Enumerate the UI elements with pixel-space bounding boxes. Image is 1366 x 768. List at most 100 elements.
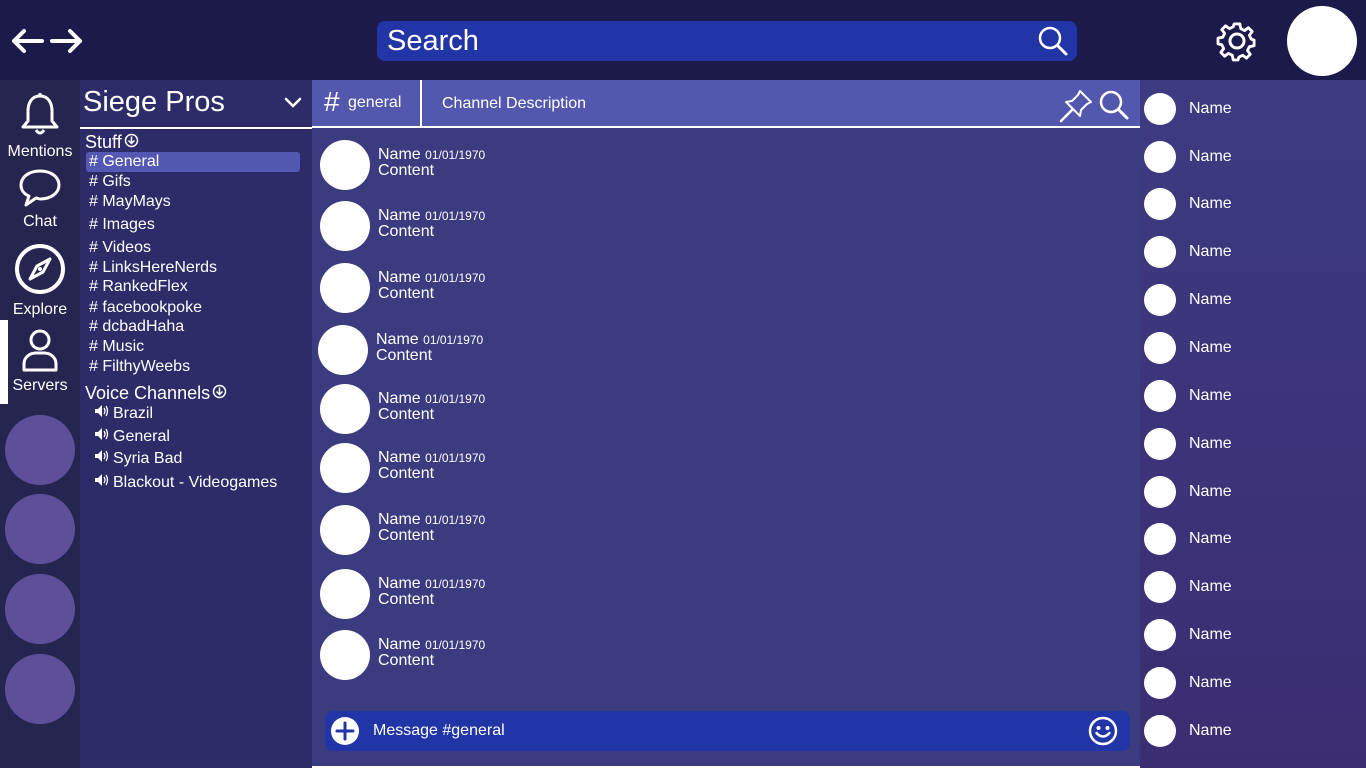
member-name: Name xyxy=(1189,578,1232,595)
message-author[interactable]: Name xyxy=(378,390,421,407)
chevron-down-icon[interactable] xyxy=(284,96,302,108)
avatar xyxy=(1144,93,1176,125)
hash-icon: # xyxy=(324,86,340,117)
member-name: Name xyxy=(1189,100,1232,117)
message-author[interactable]: Name xyxy=(378,511,421,528)
search-icon[interactable] xyxy=(1098,89,1130,121)
speaker-icon xyxy=(94,427,110,446)
member-item[interactable]: Name xyxy=(1144,141,1364,173)
rail-label-explore: Explore xyxy=(12,301,68,318)
avatar xyxy=(1144,284,1176,316)
search-icon[interactable] xyxy=(1037,25,1069,57)
member-item[interactable]: Name xyxy=(1144,332,1364,364)
voice-channel-item[interactable]: Brazil xyxy=(94,404,153,423)
category-stuff[interactable]: Stuff xyxy=(85,132,139,153)
avatar[interactable] xyxy=(320,384,370,434)
member-item[interactable]: Name xyxy=(1144,523,1364,555)
channel-item-rankedflex[interactable]: # RankedFlex xyxy=(86,277,300,297)
voice-channel-item[interactable]: General xyxy=(94,427,170,446)
emoji-smiley-icon[interactable] xyxy=(1088,716,1118,746)
rail-item-servers[interactable]: Servers xyxy=(0,328,80,395)
rail-item-explore[interactable]: Explore xyxy=(0,242,80,319)
avatar[interactable] xyxy=(320,569,370,619)
nav-arrows xyxy=(10,24,84,58)
search-input[interactable] xyxy=(387,21,1027,61)
avatar[interactable] xyxy=(320,505,370,555)
message-date: 01/01/1970 xyxy=(423,333,484,347)
avatar xyxy=(1144,428,1176,460)
collapse-arrow-icon xyxy=(124,132,139,153)
rail-item-mentions[interactable]: Mentions xyxy=(0,92,80,161)
message-author[interactable]: Name xyxy=(376,331,419,348)
avatar[interactable] xyxy=(320,263,370,313)
channel-item-images[interactable]: # Images xyxy=(86,215,300,235)
channel-item-filthyweebs[interactable]: # FilthyWeebs xyxy=(86,357,300,377)
server-icon[interactable] xyxy=(5,494,75,564)
member-item[interactable]: Name xyxy=(1144,571,1364,603)
top-bar xyxy=(0,0,1366,80)
message-author[interactable]: Name xyxy=(378,269,421,286)
channel-item-music[interactable]: # Music xyxy=(86,337,300,357)
message-date: 01/01/1970 xyxy=(425,638,486,652)
message-author[interactable]: Name xyxy=(378,146,421,163)
pin-icon[interactable] xyxy=(1058,88,1094,124)
channel-sidebar: Siege Pros Stuff # General # Gifs # MayM… xyxy=(80,80,312,768)
message-content: Content xyxy=(378,162,435,179)
category-label: Voice Channels xyxy=(85,383,211,403)
add-attachment-plus-icon[interactable] xyxy=(330,716,360,746)
member-item[interactable]: Name xyxy=(1144,380,1364,412)
channel-name: general xyxy=(348,94,402,111)
avatar xyxy=(1144,236,1176,268)
channel-item-general[interactable]: # General xyxy=(86,152,300,172)
member-item[interactable]: Name xyxy=(1144,667,1364,699)
channel-item-maymays[interactable]: # MayMays xyxy=(86,192,300,212)
member-item[interactable]: Name xyxy=(1144,236,1364,268)
voice-channel-item[interactable]: Syria Bad xyxy=(94,449,182,468)
avatar[interactable] xyxy=(320,201,370,251)
avatar xyxy=(1144,667,1176,699)
member-name: Name xyxy=(1189,148,1232,165)
user-avatar[interactable] xyxy=(1287,6,1357,76)
rail-label-mentions: Mentions xyxy=(7,143,73,160)
message-content: Content xyxy=(378,591,435,608)
avatar xyxy=(1144,380,1176,412)
avatar[interactable] xyxy=(320,443,370,493)
member-item[interactable]: Name xyxy=(1144,715,1364,747)
rail-item-chat[interactable]: Chat xyxy=(0,168,80,231)
server-icon[interactable] xyxy=(5,574,75,644)
message-author[interactable]: Name xyxy=(378,636,421,653)
voice-channel-label: Syria Bad xyxy=(113,449,183,467)
member-list: Name Name Name Name Name Name Name Name … xyxy=(1140,80,1366,768)
avatar[interactable] xyxy=(320,630,370,680)
channel-item-videos[interactable]: # Videos xyxy=(86,238,300,258)
member-name: Name xyxy=(1189,243,1232,260)
avatar xyxy=(1144,476,1176,508)
settings-gear-icon[interactable] xyxy=(1216,20,1258,62)
speaker-icon xyxy=(94,404,110,423)
voice-channel-item[interactable]: Blackout - Videogames xyxy=(94,473,277,492)
message-author[interactable]: Name xyxy=(378,449,421,466)
channel-item-facebookpoke[interactable]: # facebookpoke xyxy=(86,298,300,318)
avatar[interactable] xyxy=(318,325,368,375)
member-item[interactable]: Name xyxy=(1144,188,1364,220)
channel-item-linksherenerds[interactable]: # LinksHereNerds xyxy=(86,258,300,278)
member-item[interactable]: Name xyxy=(1144,93,1364,125)
category-voice-channels[interactable]: Voice Channels xyxy=(85,383,227,404)
member-item[interactable]: Name xyxy=(1144,428,1364,460)
avatar[interactable] xyxy=(320,140,370,190)
message-content: Content xyxy=(378,223,435,240)
divider xyxy=(420,80,422,128)
member-item[interactable]: Name xyxy=(1144,476,1364,508)
server-icon[interactable] xyxy=(5,654,75,724)
member-item[interactable]: Name xyxy=(1144,284,1364,316)
avatar xyxy=(1144,141,1176,173)
channel-item-dcbadhaha[interactable]: # dcbadHaha xyxy=(86,317,300,337)
forward-arrow-icon[interactable] xyxy=(50,24,84,58)
server-icon[interactable] xyxy=(5,415,75,485)
back-arrow-icon[interactable] xyxy=(10,24,44,58)
member-item[interactable]: Name xyxy=(1144,619,1364,651)
channel-item-gifs[interactable]: # Gifs xyxy=(86,172,300,192)
message-input[interactable] xyxy=(373,711,1073,751)
message-author[interactable]: Name xyxy=(378,575,421,592)
message-author[interactable]: Name xyxy=(378,207,421,224)
